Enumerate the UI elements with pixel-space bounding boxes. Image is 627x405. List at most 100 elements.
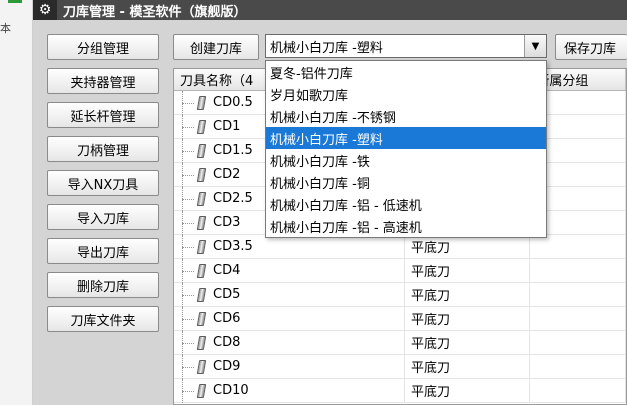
tool-group-cell — [530, 283, 626, 306]
accent-bar — [8, 0, 22, 3]
tree-line — [182, 319, 194, 320]
dropdown-option[interactable]: 夏冬-铝件刀库 — [266, 61, 546, 83]
tool-name-cell: CD9 — [174, 355, 406, 379]
table-row[interactable]: CD9 平底刀 — [174, 355, 626, 379]
group-manage-button[interactable]: 分组管理 — [47, 34, 159, 60]
tool-type-cell: 平底刀 — [405, 379, 531, 402]
dropdown-option[interactable]: 机械小白刀库 -铝 - 高速机 — [266, 215, 546, 237]
tool-icon — [196, 359, 207, 374]
chevron-down-icon[interactable]: ▼ — [524, 35, 546, 57]
tool-icon — [196, 95, 207, 110]
tool-type: 平底刀 — [411, 313, 451, 328]
tool-type: 平底刀 — [411, 289, 451, 304]
shank-manage-button[interactable]: 刀柄管理 — [47, 136, 159, 162]
tool-name: CD8 — [213, 335, 241, 350]
tool-icon — [196, 383, 207, 398]
tool-name-cell: CD10 — [174, 379, 406, 403]
library-dropdown-list[interactable]: 夏冬-铝件刀库 岁月如歌刀库 机械小白刀库 -不锈钢 机械小白刀库 -塑料 机械小白刀库… — [265, 60, 547, 238]
tree-line — [182, 127, 194, 128]
tool-name: CD5 — [213, 287, 241, 302]
export-library-button[interactable]: 导出刀库 — [47, 238, 159, 264]
dropdown-option[interactable]: 机械小白刀库 -不锈钢 — [266, 105, 546, 127]
library-folder-button[interactable]: 刀库文件夹 — [47, 306, 159, 332]
tool-type: 平底刀 — [411, 337, 451, 352]
create-library-button[interactable]: 创建刀库 — [173, 34, 259, 60]
tool-icon — [196, 335, 207, 350]
tool-type-cell: 平底刀 — [405, 283, 531, 306]
extension-manage-button[interactable]: 延长杆管理 — [47, 102, 159, 128]
tree-line — [182, 343, 194, 344]
tool-name: CD6 — [213, 311, 241, 326]
tool-group-cell — [530, 331, 626, 354]
tree-line — [182, 223, 194, 224]
table-row[interactable]: CD5 平底刀 — [174, 283, 626, 307]
tool-type: 平底刀 — [411, 361, 451, 376]
tree-line — [182, 271, 194, 272]
tool-name: CD10 — [213, 383, 249, 398]
tool-name-cell: CD3.5 — [174, 235, 406, 259]
tool-type: 平底刀 — [411, 265, 451, 280]
tree-line — [182, 103, 194, 104]
tool-name: CD9 — [213, 359, 241, 374]
dropdown-option[interactable]: 机械小白刀库 -塑料 — [266, 127, 546, 149]
tool-type-cell: 平底刀 — [405, 259, 531, 282]
tool-name: CD2 — [213, 167, 241, 182]
tool-group-cell — [530, 379, 626, 402]
tool-type: 平底刀 — [411, 241, 451, 256]
tool-icon — [196, 287, 207, 302]
title-bar[interactable]: ⚙ 刀库管理 - 模圣软件（旗舰版） — [33, 0, 627, 20]
tool-type-cell: 平底刀 — [405, 331, 531, 354]
gear-icon[interactable]: ⚙ — [33, 0, 57, 20]
background-window-edge: 本 — [0, 0, 33, 405]
tool-group-cell — [530, 235, 626, 258]
tool-icon — [196, 191, 207, 206]
dropdown-option[interactable]: 机械小白刀库 -铁 — [266, 149, 546, 171]
tool-type-cell: 平底刀 — [405, 355, 531, 378]
table-row[interactable]: CD8 平底刀 — [174, 331, 626, 355]
import-library-button[interactable]: 导入刀库 — [47, 204, 159, 230]
table-row[interactable]: CD10 平底刀 — [174, 379, 626, 403]
library-select-value: 机械小白刀库 -塑料 — [270, 40, 383, 56]
tool-name: CD3 — [213, 215, 241, 230]
dropdown-option[interactable]: 岁月如歌刀库 — [266, 83, 546, 105]
tool-icon — [196, 143, 207, 158]
tool-icon — [196, 119, 207, 134]
tool-type-cell: 平底刀 — [405, 235, 531, 258]
window-title: 刀库管理 - 模圣软件（旗舰版） — [63, 4, 247, 20]
delete-library-button[interactable]: 删除刀库 — [47, 272, 159, 298]
tool-name: CD0.5 — [213, 95, 253, 110]
table-row[interactable]: CD6 平底刀 — [174, 307, 626, 331]
tool-name: CD1.5 — [213, 143, 253, 158]
background-window-text: 本 — [0, 22, 11, 35]
dropdown-option[interactable]: 机械小白刀库 -铜 — [266, 171, 546, 193]
tool-library-window: 分组管理 夹持器管理 延长杆管理 刀柄管理 导入NX刀具 导入刀库 导出刀库 删… — [33, 20, 627, 405]
sidebar: 分组管理 夹持器管理 延长杆管理 刀柄管理 导入NX刀具 导入刀库 导出刀库 删… — [47, 34, 165, 340]
tree-line — [182, 199, 194, 200]
tool-name-cell: CD8 — [174, 331, 406, 355]
tool-group-cell — [530, 355, 626, 378]
tool-name: CD2.5 — [213, 191, 253, 206]
holder-manage-button[interactable]: 夹持器管理 — [47, 68, 159, 94]
import-nx-tools-button[interactable]: 导入NX刀具 — [47, 170, 159, 196]
tool-icon — [196, 311, 207, 326]
save-library-button[interactable]: 保存刀库 — [555, 34, 627, 60]
library-select[interactable]: 机械小白刀库 -塑料 ▼ — [265, 34, 547, 58]
tree-line — [182, 175, 194, 176]
tree-line — [182, 367, 194, 368]
tool-name: CD4 — [213, 263, 241, 278]
tool-icon — [196, 263, 207, 278]
tree-line — [182, 295, 194, 296]
table-row[interactable]: CD3.5 平底刀 — [174, 235, 626, 259]
tree-line — [182, 391, 194, 392]
table-row[interactable]: CD4 平底刀 — [174, 259, 626, 283]
tool-icon — [196, 167, 207, 182]
tool-name-cell: CD4 — [174, 259, 406, 283]
tool-type-cell: 平底刀 — [405, 307, 531, 330]
tool-group-cell — [530, 307, 626, 330]
tool-icon — [196, 215, 207, 230]
tool-name: CD3.5 — [213, 239, 253, 254]
tree-line — [182, 247, 194, 248]
dropdown-option[interactable]: 机械小白刀库 -铝 - 低速机 — [266, 193, 546, 215]
tool-type: 平底刀 — [411, 385, 451, 400]
tool-group-cell — [530, 259, 626, 282]
